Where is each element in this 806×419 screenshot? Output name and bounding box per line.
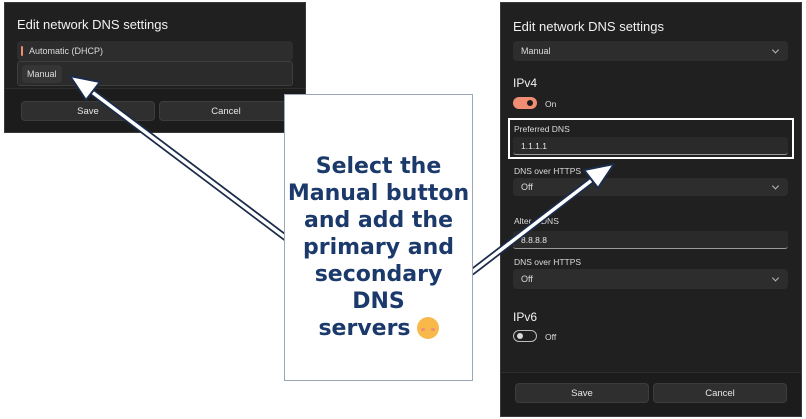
callout-line: secondary DNS — [314, 262, 443, 314]
callout-line: and add the — [303, 208, 453, 233]
kissing-face-icon — [416, 317, 439, 339]
callout-line: Manual button — [287, 181, 470, 206]
arrow-to-preferred-dns — [468, 163, 615, 276]
callout-line: servers — [318, 316, 411, 341]
instruction-callout: Select the Manual button and add the pri… — [284, 94, 473, 381]
callout-text: Select the Manual button and add the pri… — [285, 153, 472, 342]
arrow-to-manual — [69, 75, 290, 242]
callout-line: primary and — [302, 235, 454, 260]
callout-last-line: servers — [285, 315, 472, 342]
callout-line: Select the — [315, 154, 442, 179]
